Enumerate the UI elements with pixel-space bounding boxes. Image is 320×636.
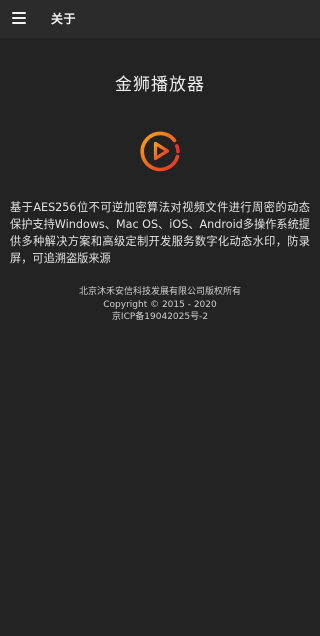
company-copyright: 北京沐禾安信科技发展有限公司版权所有	[78, 287, 241, 297]
app-name: 金狮播放器	[115, 75, 205, 95]
copyright-years: Copyright © 2015 - 2020	[103, 299, 217, 310]
play-circle-logo-icon	[140, 131, 180, 172]
hamburger-menu-icon[interactable]	[12, 12, 26, 24]
menu-line	[12, 12, 26, 14]
icp-license: 京ICP备19042025号-2	[111, 312, 209, 322]
app-bar: 关于	[0, 0, 320, 38]
menu-line	[12, 17, 26, 19]
about-screen: 关于 金狮播放器 基于AES256位不可逆加密算法对视频文件进行周密的动态保护支…	[0, 0, 320, 636]
menu-line	[12, 22, 26, 24]
app-description: 基于AES256位不可逆加密算法对视频文件进行周密的动态保护支持Windows、…	[10, 201, 310, 265]
footer-info: 北京沐禾安信科技发展有限公司版权所有 Copyright © 2015 - 20…	[0, 286, 320, 324]
page-title: 关于	[51, 12, 77, 26]
